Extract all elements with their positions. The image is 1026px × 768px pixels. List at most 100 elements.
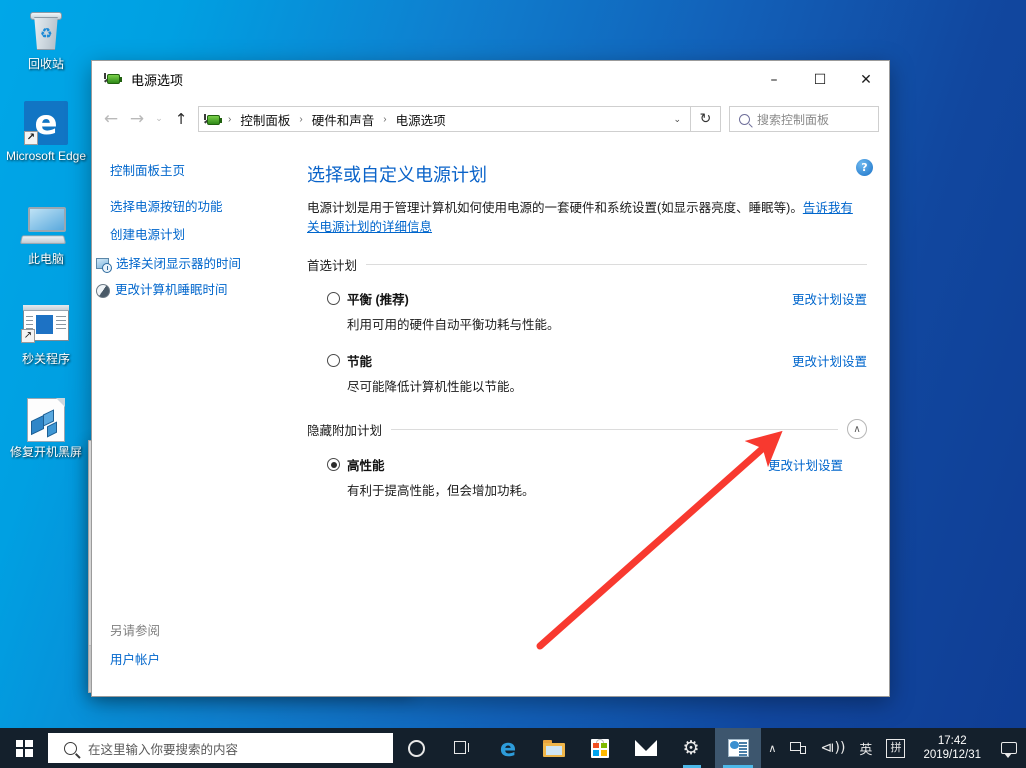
plan-row-balanced[interactable]: 平衡 (推荐) 利用可用的硬件自动平衡功耗与性能。 更改计划设置 (307, 289, 867, 333)
change-plan-settings-link-high-performance[interactable]: 更改计划设置 (768, 455, 843, 499)
power-options-window[interactable]: 电源选项 – ☐ ✕ ← → ⌄ ↑ › 控制面板 › 硬件和声音 › 电源选项… (91, 60, 890, 697)
see-also-header: 另请参阅 (110, 624, 161, 638)
breadcrumb-separator: › (383, 113, 387, 125)
group-header-preferred-plans: 首选计划 (307, 255, 867, 274)
main-content: ? 选择或自定义电源计划 电源计划是用于管理计算机如何使用电源的一套硬件和系统设… (299, 139, 889, 696)
search-icon (64, 741, 77, 755)
tray-network-button[interactable] (783, 728, 813, 768)
chevron-up-icon[interactable]: ∧ (847, 419, 867, 439)
task-view-icon (453, 740, 472, 756)
desktop: ♻ 回收站 e ↗ Microsoft Edge 此电脑 ↗ 秒关程序 修复开机… (0, 0, 1026, 768)
up-button[interactable]: ↑ (168, 104, 194, 134)
minimize-button[interactable]: – (751, 61, 797, 99)
taskbar-app-store[interactable] (577, 728, 623, 768)
breadcrumb: › 控制面板 › 硬件和声音 › 电源选项 (221, 109, 448, 130)
search-placeholder: 搜索控制面板 (757, 112, 830, 127)
search-control-panel-box[interactable]: 搜索控制面板 (729, 106, 879, 132)
taskbar-search-placeholder: 在这里输入你要搜索的内容 (88, 742, 239, 757)
action-center-button[interactable] (992, 728, 1026, 768)
pinyin-icon: 拼 (886, 738, 906, 758)
back-button[interactable]: ← (98, 104, 124, 134)
plan-row-power-saver[interactable]: 节能 尽可能降低计算机性能以节能。 更改计划设置 (307, 351, 867, 395)
plan-name: 高性能 (347, 459, 385, 473)
breadcrumb-item-power-options[interactable]: 电源选项 (394, 109, 448, 130)
address-dropdown-icon[interactable]: ⌄ (664, 114, 690, 125)
network-icon (790, 741, 807, 755)
window-titlebar[interactable]: 电源选项 – ☐ ✕ (92, 61, 889, 99)
edge-icon: e (499, 734, 517, 762)
forward-button[interactable]: → (124, 104, 150, 134)
sidebar-item-user-accounts[interactable]: 用户帐户 (110, 652, 160, 668)
taskbar: 在这里输入你要搜索的内容 e ⚙ ∧ ⧏)) 英 拼 17:42 2019/12… (0, 728, 1026, 768)
change-plan-settings-link-power-saver[interactable]: 更改计划设置 (792, 351, 867, 395)
breadcrumb-item-control-panel[interactable]: 控制面板 (238, 109, 292, 130)
desktop-icon-label: 回收站 (27, 57, 64, 71)
maximize-button[interactable]: ☐ (797, 61, 843, 99)
edge-icon: e ↗ (2, 100, 90, 146)
close-button[interactable]: ✕ (843, 61, 889, 99)
change-plan-settings-link-balanced[interactable]: 更改计划设置 (792, 289, 867, 333)
radio-power-saver[interactable] (327, 354, 340, 367)
tray-overflow-button[interactable]: ∧ (761, 728, 783, 768)
address-bar[interactable]: › 控制面板 › 硬件和声音 › 电源选项 ⌄ (198, 106, 691, 132)
script-file-icon (2, 396, 90, 442)
recent-locations-button[interactable]: ⌄ (150, 104, 168, 134)
divider (366, 264, 867, 265)
desktop-icon-recycle-bin[interactable]: ♻ 回收站 (2, 8, 90, 71)
taskbar-app-edge[interactable]: e (485, 728, 531, 768)
sidebar-item-display-off-time[interactable]: 选择关闭显示器的时间 (96, 256, 299, 273)
action-center-icon (1001, 742, 1017, 758)
address-power-options-icon (204, 111, 222, 128)
help-icon[interactable]: ? (856, 159, 873, 176)
task-view-button[interactable] (439, 728, 485, 768)
desktop-icon-program[interactable]: ↗ 秒关程序 (2, 303, 90, 366)
taskbar-search-input[interactable]: 在这里输入你要搜索的内容 (48, 733, 393, 763)
tray-volume-button[interactable]: ⧏)) (813, 728, 852, 768)
sidebar-item-power-button-action[interactable]: 选择电源按钮的功能 (110, 199, 299, 215)
plan-name: 平衡 (推荐) (347, 293, 409, 307)
desktop-icon-fix-black-screen[interactable]: 修复开机黑屏 (2, 396, 90, 459)
plan-name: 节能 (347, 355, 373, 369)
clock-date: 2019/12/31 (923, 749, 981, 761)
taskbar-app-settings[interactable]: ⚙ (669, 728, 715, 768)
desktop-icon-label: 此电脑 (27, 252, 64, 266)
refresh-button[interactable]: ↻ (691, 106, 721, 132)
power-options-icon (104, 70, 123, 89)
taskbar-app-file-explorer[interactable] (531, 728, 577, 768)
sidebar-item-control-panel-home[interactable]: 控制面板主页 (110, 163, 299, 179)
plan-description: 尽可能降低计算机性能以节能。 (347, 380, 523, 394)
desktop-icon-this-pc[interactable]: 此电脑 (2, 203, 90, 266)
monitor-clock-icon (96, 257, 112, 273)
start-button[interactable] (0, 728, 48, 768)
sidebar-item-create-power-plan[interactable]: 创建电源计划 (110, 227, 299, 243)
desktop-icon-label: 秒关程序 (21, 352, 70, 366)
group-header-hidden-plans: 隐藏附加计划 ∧ (307, 419, 867, 439)
recycle-bin-icon: ♻ (2, 8, 90, 54)
radio-balanced[interactable] (327, 292, 340, 305)
settings-gear-icon: ⚙ (682, 736, 700, 759)
plan-description: 有利于提高性能，但会增加功耗。 (347, 484, 535, 498)
taskbar-app-mail[interactable] (623, 728, 669, 768)
search-icon (739, 113, 750, 125)
desktop-icon-label: 修复开机黑屏 (9, 445, 82, 459)
taskbar-clock[interactable]: 17:42 2019/12/31 (912, 728, 992, 768)
sidebar: 控制面板主页 选择电源按钮的功能 创建电源计划 选择关闭显示器的时间 更改计算机… (92, 139, 299, 696)
plan-row-high-performance[interactable]: 高性能 有利于提高性能，但会增加功耗。 更改计划设置 (307, 455, 867, 499)
taskbar-app-control-panel[interactable] (715, 728, 761, 768)
plan-description: 利用可用的硬件自动平衡功耗与性能。 (347, 318, 560, 332)
group-title: 隐藏附加计划 (307, 423, 383, 438)
desktop-icon-edge[interactable]: e ↗ Microsoft Edge (2, 100, 90, 163)
moon-icon (96, 284, 110, 298)
breadcrumb-item-hardware-sound[interactable]: 硬件和声音 (310, 109, 377, 130)
chevron-up-icon: ∧ (768, 741, 777, 755)
window-title: 电源选项 (131, 73, 184, 88)
control-panel-icon (727, 739, 749, 757)
cortana-button[interactable] (393, 728, 439, 768)
radio-high-performance[interactable] (327, 458, 340, 471)
windows-logo-icon (15, 739, 33, 757)
window-controls: – ☐ ✕ (751, 61, 889, 99)
sidebar-item-sleep-time[interactable]: 更改计算机睡眠时间 (96, 282, 299, 298)
program-shortcut-icon: ↗ (2, 303, 90, 349)
tray-ime-mode[interactable]: 拼 (879, 728, 912, 768)
tray-ime-language[interactable]: 英 (852, 728, 879, 768)
